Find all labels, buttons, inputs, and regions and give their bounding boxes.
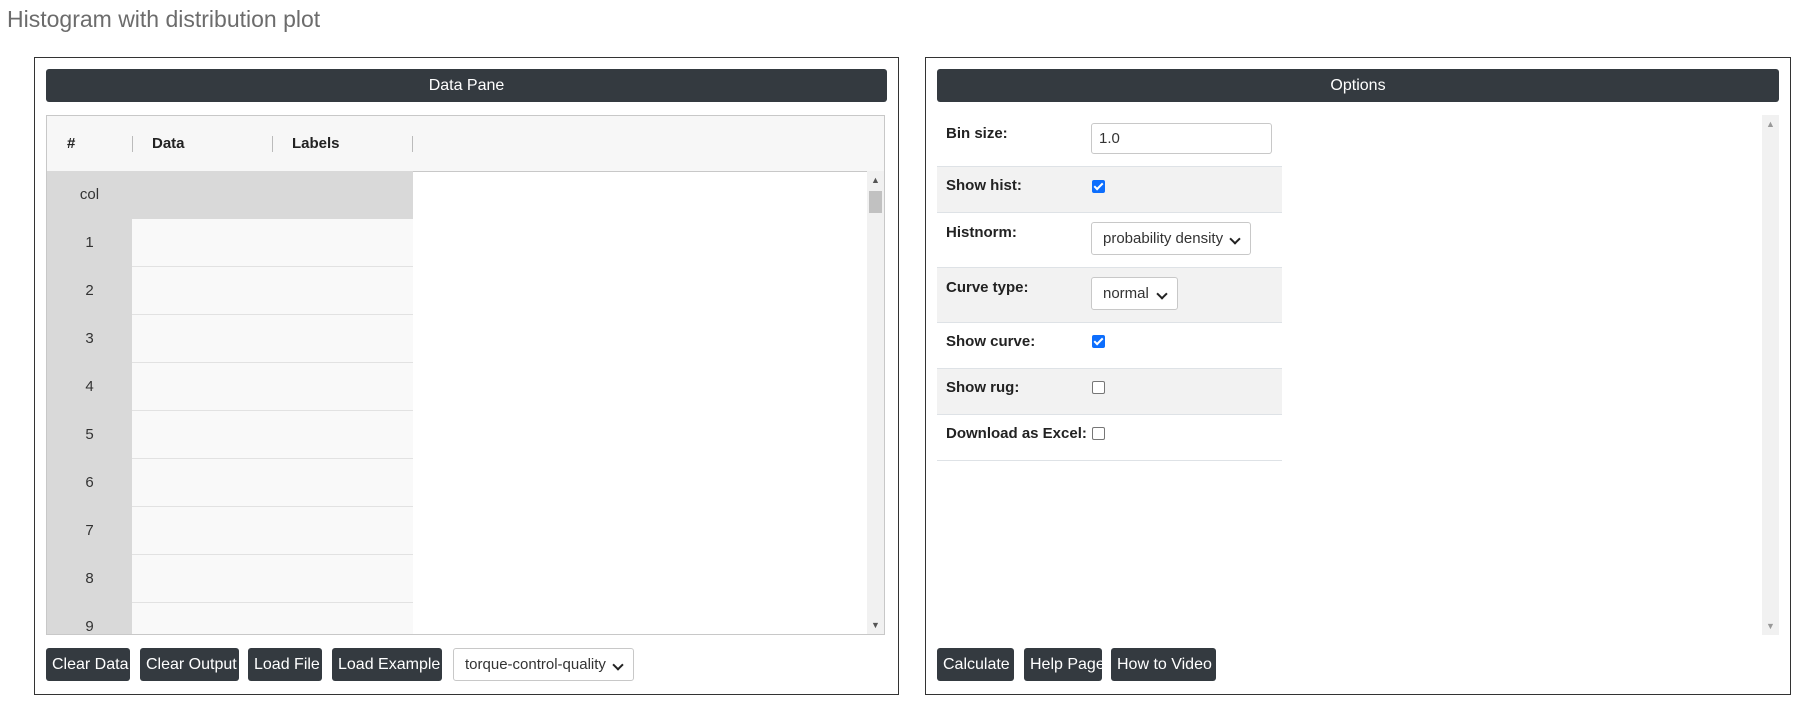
load-example-button[interactable]: Load Example — [332, 648, 442, 681]
column-header-labels[interactable]: Labels — [272, 116, 412, 171]
bin-size-label: Bin size: — [946, 125, 1008, 142]
option-row-show-rug: Show rug: — [937, 369, 1282, 415]
option-row-show-hist: Show hist: — [937, 167, 1282, 213]
how-to-video-button[interactable]: How to Video — [1111, 648, 1216, 681]
download-excel-label: Download as Excel: — [946, 425, 1087, 442]
curve-type-label: Curve type: — [946, 279, 1029, 296]
clear-output-button[interactable]: Clear Output — [140, 648, 239, 681]
row-number: 5 — [47, 411, 132, 459]
data-cell[interactable] — [132, 459, 413, 507]
grid-header-row: # Data Labels — [47, 116, 884, 172]
data-cell[interactable] — [132, 219, 413, 267]
options-panel: Options Bin size: 1.0 Show hist: Histnor… — [925, 57, 1791, 695]
row-number: 6 — [47, 459, 132, 507]
show-rug-label: Show rug: — [946, 379, 1020, 396]
row-label-col: col — [47, 171, 132, 219]
option-row-show-curve: Show curve: — [937, 323, 1282, 369]
calculate-button[interactable]: Calculate — [937, 648, 1014, 681]
scroll-up-icon[interactable]: ▲ — [867, 173, 884, 187]
show-hist-checkbox[interactable] — [1092, 180, 1105, 193]
column-header-data[interactable]: Data — [132, 116, 272, 171]
table-row: 5 — [47, 411, 413, 459]
option-row-download-excel: Download as Excel: — [937, 415, 1282, 461]
data-cell[interactable] — [132, 267, 413, 315]
bin-size-input[interactable]: 1.0 — [1091, 123, 1272, 154]
row-number: 9 — [47, 603, 132, 634]
data-cell[interactable] — [132, 363, 413, 411]
data-pane-panel: Data Pane # Data Labels col 1 2 3 4 5 6 … — [34, 57, 899, 695]
table-row: 3 — [47, 315, 413, 363]
row-number: 4 — [47, 363, 132, 411]
show-hist-label: Show hist: — [946, 177, 1022, 194]
column-header-index[interactable]: # — [47, 116, 132, 171]
histnorm-select-value: probability density — [1103, 230, 1224, 247]
table-row: 8 — [47, 555, 413, 603]
page-title: Histogram with distribution plot — [7, 6, 321, 32]
download-excel-checkbox[interactable] — [1092, 427, 1105, 440]
option-row-bin-size: Bin size: 1.0 — [937, 115, 1282, 167]
scroll-down-icon[interactable]: ▼ — [1762, 619, 1779, 633]
histnorm-select[interactable]: probability density — [1091, 222, 1251, 255]
row-number: 8 — [47, 555, 132, 603]
data-cell[interactable] — [132, 411, 413, 459]
curve-type-select-value: normal — [1103, 285, 1149, 302]
scroll-down-icon[interactable]: ▼ — [867, 618, 884, 632]
chevron-down-icon — [1229, 233, 1241, 245]
grid-body: col 1 2 3 4 5 6 7 8 9 — [47, 171, 867, 634]
table-row: 7 — [47, 507, 413, 555]
options-scrollbar[interactable]: ▲ ▼ — [1762, 115, 1779, 635]
scroll-up-icon[interactable]: ▲ — [1762, 117, 1779, 131]
data-pane-header: Data Pane — [46, 69, 887, 102]
scroll-thumb[interactable] — [869, 191, 882, 213]
row-number: 7 — [47, 507, 132, 555]
option-row-histnorm: Histnorm: probability density — [937, 213, 1282, 268]
data-grid: # Data Labels col 1 2 3 4 5 6 7 8 9 ▲ ▼ — [46, 115, 885, 635]
clear-data-button[interactable]: Clear Data — [46, 648, 130, 681]
table-row: 6 — [47, 459, 413, 507]
table-row: 9 — [47, 603, 413, 634]
options-header: Options — [937, 69, 1779, 102]
table-row: 2 — [47, 267, 413, 315]
load-file-button[interactable]: Load File — [248, 648, 322, 681]
example-select-value: torque-control-quality — [465, 656, 606, 673]
grid-scrollbar[interactable]: ▲ ▼ — [867, 171, 884, 634]
show-rug-checkbox[interactable] — [1092, 381, 1105, 394]
curve-type-select[interactable]: normal — [1091, 277, 1178, 310]
show-curve-label: Show curve: — [946, 333, 1036, 350]
col-row: col — [47, 171, 413, 219]
data-cell[interactable] — [132, 507, 413, 555]
help-page-button[interactable]: Help Page — [1024, 648, 1105, 681]
table-row: 4 — [47, 363, 413, 411]
example-select[interactable]: torque-control-quality — [453, 648, 634, 681]
histnorm-label: Histnorm: — [946, 224, 1017, 241]
column-divider[interactable] — [412, 136, 413, 152]
chevron-down-icon — [1156, 288, 1168, 300]
data-cell[interactable] — [132, 603, 413, 634]
data-cell[interactable] — [132, 315, 413, 363]
chevron-down-icon — [612, 659, 624, 671]
option-row-curve-type: Curve type: normal — [937, 268, 1282, 323]
table-row: 1 — [47, 219, 413, 267]
row-number: 3 — [47, 315, 132, 363]
col-cell[interactable] — [132, 171, 413, 219]
row-number: 1 — [47, 219, 132, 267]
row-number: 2 — [47, 267, 132, 315]
data-cell[interactable] — [132, 555, 413, 603]
show-curve-checkbox[interactable] — [1092, 335, 1105, 348]
